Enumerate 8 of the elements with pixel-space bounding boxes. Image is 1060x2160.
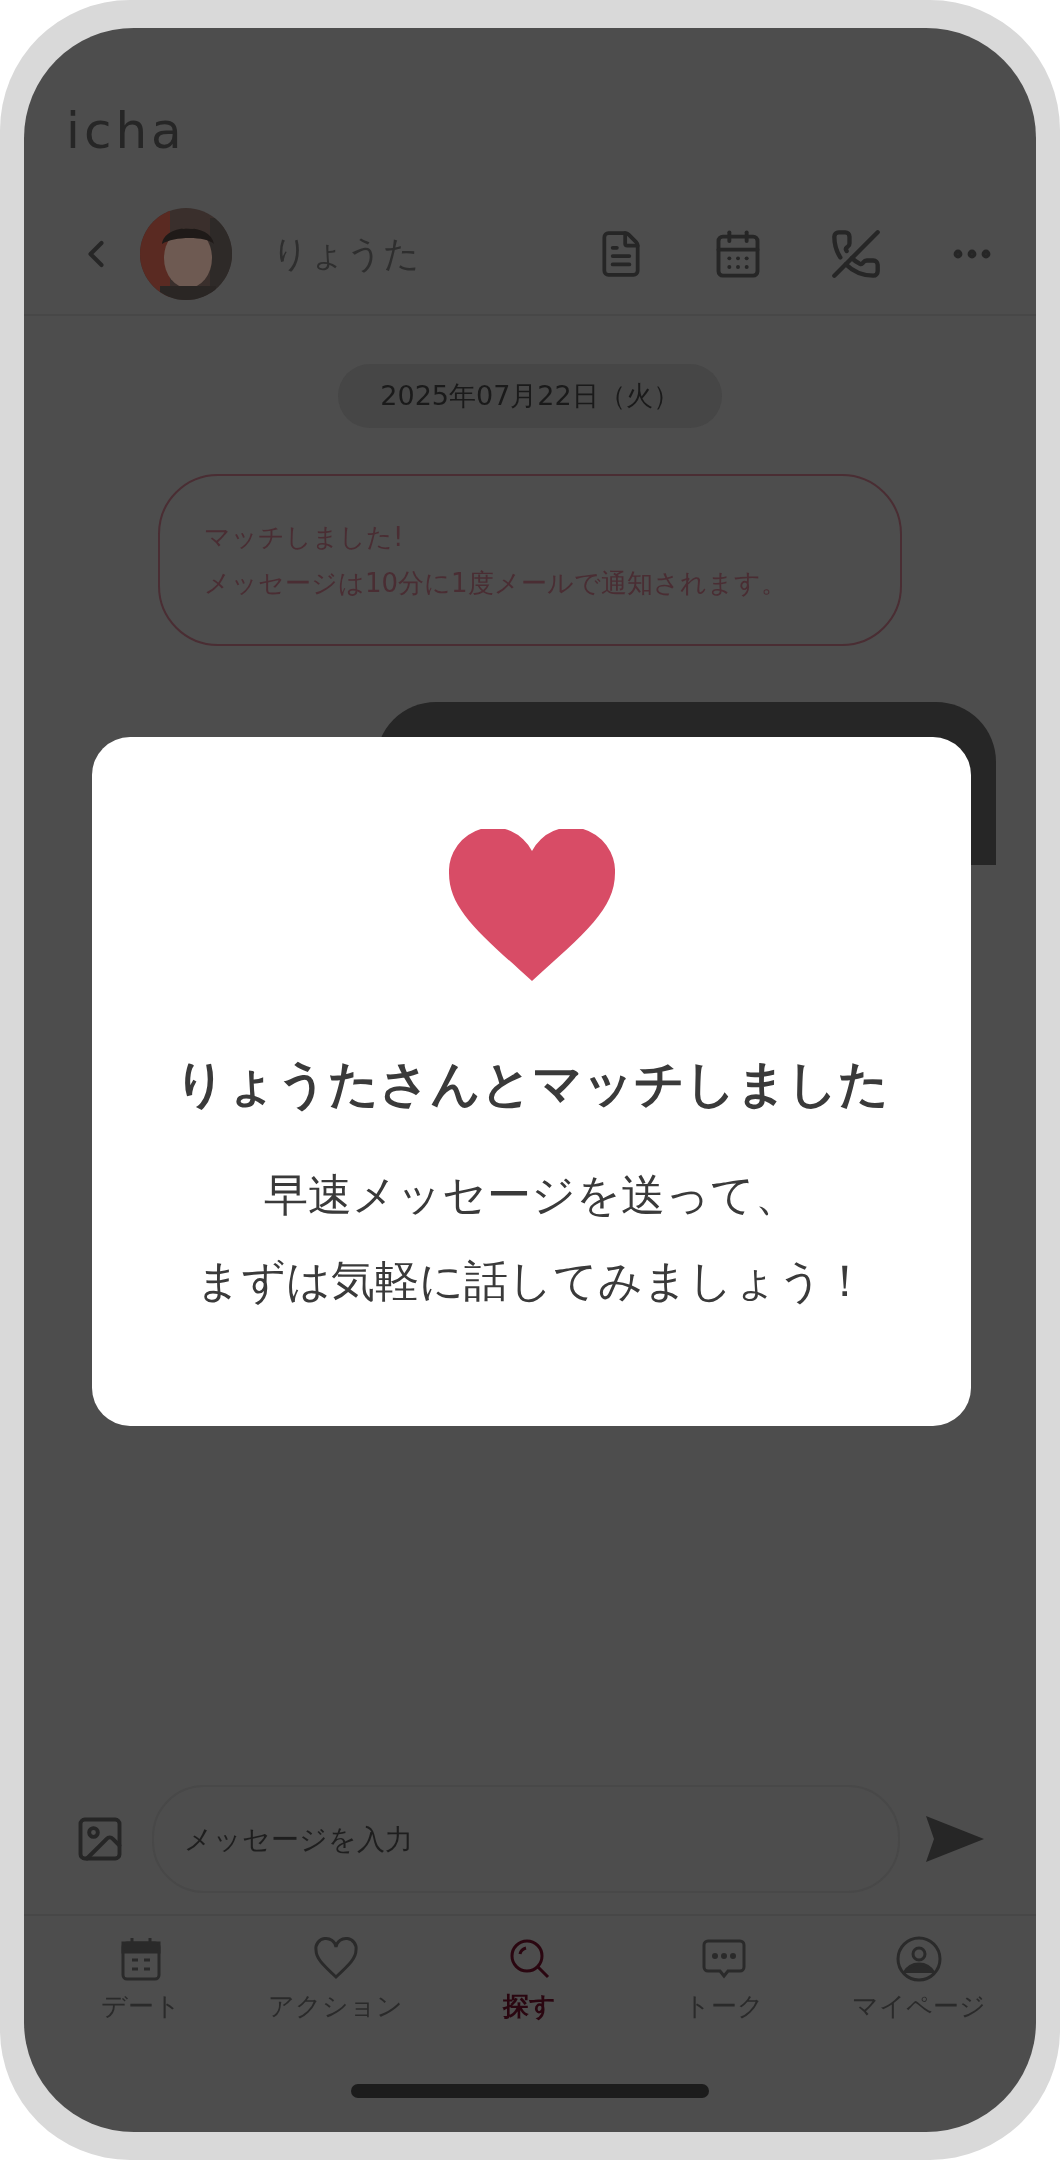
send-icon[interactable] (926, 1816, 984, 1862)
user-icon (894, 1935, 943, 1983)
dialog-message: 早速メッセージを送って、 まずは気軽に話してみましょう！ (196, 1168, 867, 1308)
nav-tab[interactable]: 探す (439, 1934, 620, 2064)
heart-icon (448, 829, 615, 981)
home-indicator[interactable] (351, 2084, 709, 2098)
dialog-title: りょうたさんとマッチしました (174, 1054, 889, 1115)
phone-off-icon[interactable] (830, 228, 882, 280)
